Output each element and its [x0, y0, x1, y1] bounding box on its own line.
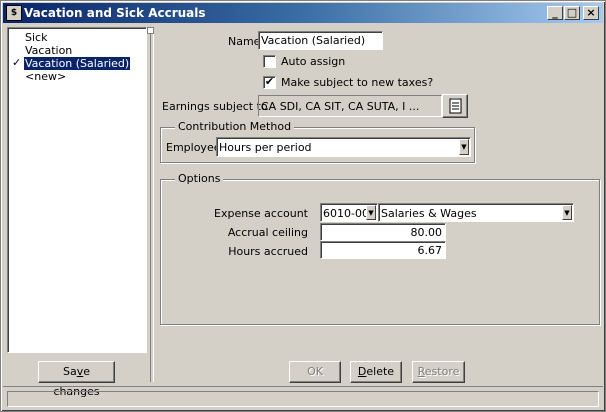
new-taxes-label: Make subject to new taxes?	[281, 76, 434, 89]
expense-account-name-select[interactable]: Salaries & Wages ▼	[378, 203, 574, 222]
options-title: Options	[175, 172, 224, 185]
status-panel	[7, 391, 599, 407]
list-item-label: <new>	[25, 70, 67, 83]
name-input[interactable]: Vacation (Salaried)	[258, 31, 383, 50]
list-item[interactable]: ✓ Vacation (Salaried)	[8, 56, 144, 70]
title-bar[interactable]: $ Vacation and Sick Accruals _ □ ×	[3, 3, 603, 23]
new-taxes-checkbox[interactable]: ✔	[263, 75, 276, 89]
employee-contribution-value: Hours per period	[219, 141, 312, 154]
maximize-icon: □	[566, 6, 578, 19]
contribution-method-title: Contribution Method	[175, 120, 295, 133]
earnings-subject-value: CA SDI, CA SIT, CA SUTA, I ...	[261, 100, 420, 113]
employee-label: Employee	[166, 141, 221, 154]
app-icon[interactable]: $	[6, 5, 22, 21]
list-item-label: Sick	[25, 31, 48, 44]
delete-button-label: elete	[366, 365, 395, 378]
list-item[interactable]: Sick	[8, 31, 144, 44]
expense-account-code-select[interactable]: 6010-00 ▼	[320, 203, 378, 222]
status-bar	[3, 386, 603, 408]
earnings-subject-button[interactable]	[442, 94, 468, 118]
save-changes-label-part: Sa	[62, 365, 77, 378]
delete-button[interactable]: Delete	[350, 361, 402, 383]
splitter-grip[interactable]	[147, 27, 154, 34]
minimize-icon: _	[552, 6, 558, 19]
restore-hotkey: R	[417, 365, 425, 378]
auto-assign-checkbox[interactable]	[263, 55, 276, 68]
save-changes-button[interactable]: Save changes	[38, 361, 115, 398]
ok-button[interactable]: OK	[289, 361, 341, 383]
window-title: Vacation and Sick Accruals	[24, 6, 206, 20]
earnings-subject-field: CA SDI, CA SIT, CA SUTA, I ...	[258, 95, 442, 117]
checkmark-icon: ✔	[264, 75, 275, 88]
hours-accrued-label: Hours accrued	[228, 245, 308, 258]
expense-account-code-value: 6010-00	[323, 207, 369, 220]
accrual-ceiling-value: 80.00	[410, 226, 443, 239]
ok-button-label: OK	[307, 365, 323, 378]
restore-button[interactable]: Restore	[412, 361, 465, 383]
accrual-list[interactable]: Sick Vacation ✓ Vacation (Salaried) <new>	[7, 27, 147, 353]
chevron-down-icon[interactable]: ▼	[459, 139, 469, 155]
accrual-ceiling-input[interactable]: 80.00	[320, 223, 446, 241]
hours-accrued-value: 6.67	[417, 244, 443, 257]
chevron-down-icon[interactable]: ▼	[562, 205, 572, 220]
maximize-button[interactable]: □	[564, 6, 580, 20]
chevron-down-icon[interactable]: ▼	[366, 205, 376, 220]
list-item[interactable]: Vacation	[8, 44, 144, 57]
expense-account-name-value: Salaries & Wages	[381, 207, 477, 220]
expense-account-label: Expense account	[214, 207, 308, 220]
list-item-label: Vacation	[25, 44, 73, 57]
minimize-button[interactable]: _	[547, 6, 563, 20]
list-item-label: Vacation (Salaried)	[24, 57, 131, 70]
name-input-value: Vacation (Salaried)	[261, 34, 366, 47]
accrual-ceiling-label: Accrual ceiling	[227, 226, 308, 239]
restore-button-label: estore	[424, 365, 460, 378]
auto-assign-label: Auto assign	[281, 55, 346, 68]
checkmark-icon: ✓	[12, 56, 22, 69]
hours-accrued-input[interactable]: 6.67	[320, 241, 446, 259]
earnings-subject-label: Earnings subject to	[162, 100, 268, 113]
close-button[interactable]: ×	[583, 6, 599, 20]
list-icon	[449, 98, 462, 114]
pane-splitter[interactable]	[150, 27, 154, 382]
list-item[interactable]: <new>	[8, 70, 144, 83]
close-icon: ×	[586, 6, 596, 19]
employee-contribution-select[interactable]: Hours per period ▼	[216, 137, 471, 157]
name-label: Name	[228, 35, 261, 48]
